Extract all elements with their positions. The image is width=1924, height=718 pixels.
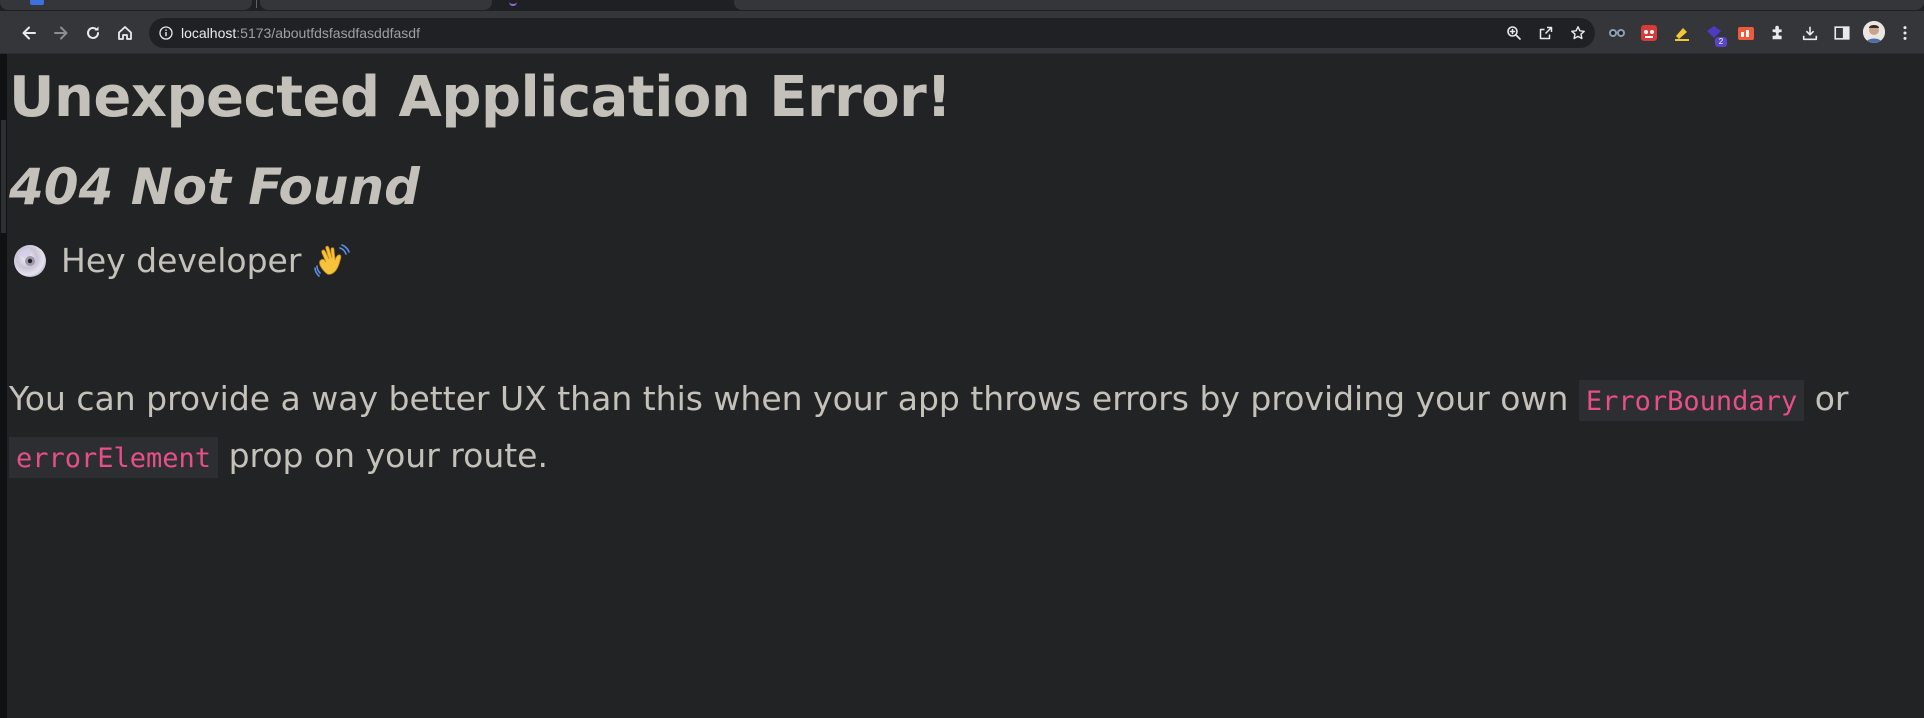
zoom-icon[interactable] bbox=[1506, 25, 1522, 41]
download-icon bbox=[1802, 26, 1818, 41]
error-status: 404 Not Found bbox=[9, 158, 420, 216]
info-icon[interactable] bbox=[159, 26, 173, 40]
extension-purple[interactable]: 2 bbox=[1704, 23, 1727, 47]
tab-separator bbox=[256, 0, 257, 8]
url-host: localhost bbox=[181, 25, 237, 41]
tab-3[interactable] bbox=[734, 0, 1924, 10]
hey-text: Hey developer bbox=[61, 241, 302, 280]
forward-button[interactable] bbox=[46, 18, 76, 48]
extension-red[interactable] bbox=[1639, 23, 1659, 43]
address-bar[interactable]: localhost:5173/aboutfdsfasdfasddfasdf bbox=[149, 18, 1595, 48]
vite-favicon-icon bbox=[509, 0, 517, 6]
profile-avatar[interactable] bbox=[1863, 21, 1885, 43]
orange-extension-icon bbox=[1738, 27, 1754, 40]
tab-favicon-icon bbox=[30, 0, 44, 5]
share-icon[interactable] bbox=[1538, 25, 1554, 41]
reload-button[interactable] bbox=[78, 18, 108, 48]
error-boundary-code: ErrorBoundary bbox=[1578, 380, 1805, 421]
url-text[interactable]: localhost:5173/aboutfdsfasdfasddfasdf bbox=[181, 18, 420, 48]
side-panel-button[interactable] bbox=[1832, 23, 1852, 43]
message-part-2: or bbox=[1814, 379, 1849, 418]
message-part-1: You can provide a way better UX than thi… bbox=[9, 379, 1569, 418]
disc-icon bbox=[14, 245, 46, 277]
profile-avatar-icon bbox=[1863, 21, 1885, 43]
left-scrollbar[interactable] bbox=[0, 54, 7, 718]
extension-orange[interactable] bbox=[1736, 23, 1756, 43]
hey-developer-line: Hey developer bbox=[9, 236, 351, 286]
help-message: You can provide a way better UX than thi… bbox=[9, 372, 1909, 486]
downloads-button[interactable] bbox=[1800, 23, 1820, 43]
extensions-button[interactable] bbox=[1768, 23, 1788, 43]
help-message-line-2: errorElement prop on your route. bbox=[9, 429, 1909, 486]
home-icon bbox=[118, 26, 132, 40]
glasses-extension-icon bbox=[1609, 29, 1625, 37]
error-title: Unexpected Application Error! bbox=[9, 65, 952, 130]
help-message-line-1: You can provide a way better UX than thi… bbox=[9, 372, 1909, 429]
back-button[interactable] bbox=[14, 18, 44, 48]
url-path: :5173/aboutfdsfasdfasddfasdf bbox=[236, 25, 420, 41]
error-element-code: errorElement bbox=[9, 437, 219, 478]
red-face-extension-icon bbox=[1641, 25, 1657, 41]
extension-highlighter[interactable] bbox=[1672, 23, 1692, 43]
extensions-icon bbox=[1772, 25, 1782, 40]
forward-icon bbox=[54, 26, 68, 40]
message-part-3: prop on your route. bbox=[228, 436, 548, 475]
side-panel-icon bbox=[1834, 26, 1850, 40]
highlighter-icon bbox=[1675, 28, 1689, 41]
star-icon[interactable] bbox=[1570, 25, 1586, 41]
menu-icon bbox=[1903, 26, 1907, 40]
back-icon bbox=[22, 26, 36, 40]
tab-2[interactable] bbox=[260, 0, 492, 10]
browser-toolbar: localhost:5173/aboutfdsfasdfasddfasdf 2 bbox=[0, 11, 1924, 54]
extension-glasses[interactable] bbox=[1607, 23, 1627, 43]
scrollbar-thumb[interactable] bbox=[1, 120, 6, 233]
home-button[interactable] bbox=[110, 18, 140, 48]
waving-hand-icon bbox=[314, 244, 351, 277]
extension-badge: 2 bbox=[1715, 37, 1727, 47]
reload-icon bbox=[87, 26, 99, 39]
browser-menu-button[interactable] bbox=[1895, 23, 1915, 43]
